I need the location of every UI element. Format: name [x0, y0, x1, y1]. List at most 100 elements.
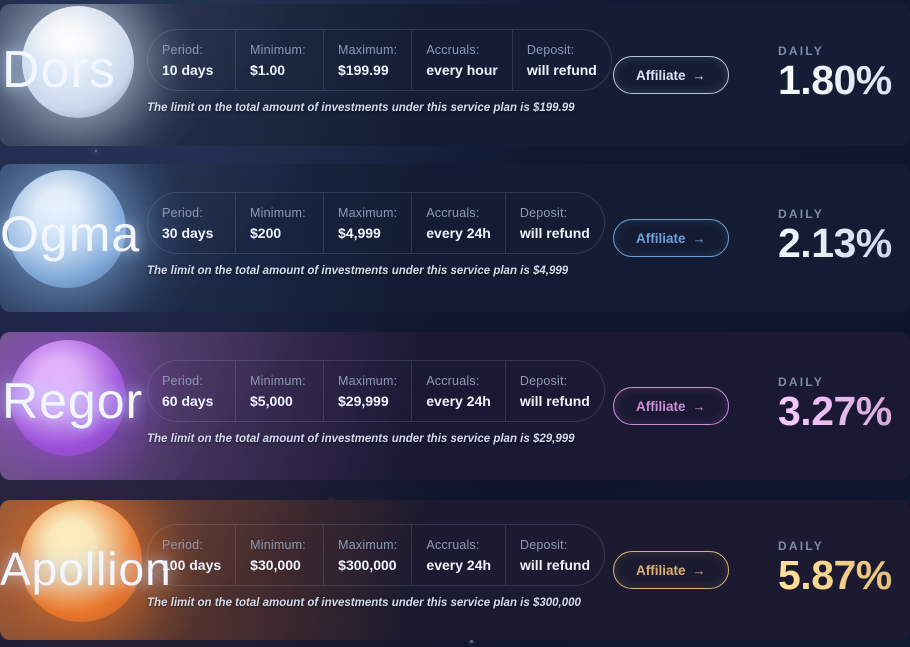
- detail-accruals-label: Accruals:: [426, 373, 480, 388]
- star-dot: [470, 640, 473, 643]
- plan-card[interactable]: Dors Period: 10 days Minimum: $1.00 Maximum: $…: [0, 4, 910, 146]
- detail-deposit: Deposit: will refund: [513, 30, 611, 90]
- daily-rate-block: DAILY 3.27%: [778, 375, 892, 432]
- detail-minimum-value: $1.00: [250, 61, 286, 78]
- detail-maximum-value: $300,000: [338, 556, 397, 573]
- detail-minimum-label: Minimum:: [250, 373, 306, 388]
- detail-deposit-value: will refund: [519, 224, 590, 241]
- detail-minimum: Minimum: $30,000: [236, 525, 325, 585]
- detail-period-value: 30 days: [162, 224, 214, 241]
- plan-card[interactable]: Ogma Period: 30 days Minimum: $200 Maximum: $4…: [0, 164, 910, 312]
- daily-rate-block: DAILY 5.87%: [778, 539, 892, 596]
- detail-maximum-label: Maximum:: [338, 42, 398, 57]
- detail-minimum-label: Minimum:: [250, 42, 306, 57]
- detail-minimum: Minimum: $200: [236, 193, 324, 253]
- detail-deposit-label: Deposit:: [520, 537, 568, 552]
- affiliate-button[interactable]: Affiliate →: [613, 219, 729, 257]
- detail-maximum: Maximum: $199.99: [324, 30, 413, 90]
- investment-plans-page: Dors Period: 10 days Minimum: $1.00 Maximum: $…: [0, 0, 910, 647]
- arrow-right-icon: →: [692, 562, 706, 578]
- affiliate-button[interactable]: Affiliate →: [613, 387, 729, 425]
- detail-accruals-value: every 24h: [426, 556, 492, 573]
- daily-rate-label: DAILY: [778, 539, 824, 553]
- detail-period: Period: 10 days: [148, 30, 236, 90]
- plan-card[interactable]: Regor Period: 60 days Minimum: $5,000 Maximum…: [0, 332, 910, 480]
- detail-accruals: Accruals: every 24h: [412, 361, 506, 421]
- detail-deposit-value: will refund: [526, 61, 597, 78]
- detail-maximum-value: $4,999: [338, 224, 381, 241]
- daily-rate-value: 3.27%: [778, 388, 892, 434]
- detail-accruals-value: every 24h: [426, 224, 491, 241]
- detail-maximum: Maximum: $300,000: [324, 525, 413, 585]
- daily-rate-value: 5.87%: [778, 552, 892, 598]
- daily-rate-label: DAILY: [778, 44, 824, 58]
- detail-maximum: Maximum: $4,999: [324, 193, 413, 253]
- detail-period-value: 60 days: [162, 392, 214, 409]
- detail-deposit-value: will refund: [520, 556, 591, 573]
- plan-limit-note: The limit on the total amount of investm…: [147, 433, 575, 445]
- detail-accruals-value: every 24h: [426, 392, 491, 409]
- daily-rate-label: DAILY: [778, 375, 824, 389]
- detail-accruals: Accruals: every hour: [412, 30, 513, 90]
- detail-period-value: 100 days: [162, 556, 222, 573]
- detail-maximum-value: $29,999: [338, 392, 389, 409]
- detail-minimum-label: Minimum:: [250, 537, 306, 552]
- detail-deposit-label: Deposit:: [519, 205, 568, 220]
- detail-maximum-label: Maximum:: [338, 537, 398, 552]
- plan-name: Regor: [2, 373, 144, 429]
- plan-details-panel: Period: 30 days Minimum: $200 Maximum: $4,999…: [147, 192, 605, 254]
- daily-rate-value: 2.13%: [778, 220, 892, 266]
- plan-limit-note: The limit on the total amount of investm…: [147, 102, 575, 114]
- plan-name: Dors: [2, 41, 116, 99]
- detail-period: Period: 60 days: [148, 361, 236, 421]
- plan-limit-note: The limit on the total amount of investm…: [147, 265, 569, 277]
- detail-maximum: Maximum: $29,999: [324, 361, 413, 421]
- detail-minimum: Minimum: $1.00: [236, 30, 324, 90]
- detail-accruals: Accruals: every 24h: [412, 525, 507, 585]
- daily-rate-block: DAILY 2.13%: [778, 207, 892, 264]
- detail-accruals-label: Accruals:: [426, 42, 480, 57]
- plan-details-panel: Period: 10 days Minimum: $1.00 Maximum: $199.…: [147, 29, 612, 91]
- detail-period: Period: 30 days: [148, 193, 236, 253]
- plan-details-panel: Period: 60 days Minimum: $5,000 Maximum: $29,…: [147, 360, 605, 422]
- detail-period-label: Period:: [162, 205, 204, 220]
- detail-accruals-value: every hour: [426, 61, 498, 78]
- affiliate-button-label: Affiliate: [636, 562, 686, 578]
- daily-rate-block: DAILY 1.80%: [778, 44, 892, 101]
- detail-deposit: Deposit: will refund: [506, 525, 604, 585]
- detail-minimum: Minimum: $5,000: [236, 361, 324, 421]
- detail-accruals-label: Accruals:: [426, 205, 480, 220]
- detail-minimum-value: $200: [250, 224, 282, 241]
- detail-accruals: Accruals: every 24h: [412, 193, 506, 253]
- affiliate-button[interactable]: Affiliate →: [613, 551, 729, 589]
- plan-card[interactable]: Apollion Period: 100 days Minimum: $30,000 Ma…: [0, 500, 910, 640]
- detail-deposit-label: Deposit:: [526, 42, 575, 57]
- detail-minimum-value: $5,000: [250, 392, 293, 409]
- daily-rate-value: 1.80%: [778, 57, 892, 103]
- arrow-right-icon: →: [692, 67, 706, 83]
- detail-accruals-label: Accruals:: [426, 537, 480, 552]
- detail-period-label: Period:: [162, 42, 204, 57]
- affiliate-button-label: Affiliate: [636, 230, 686, 246]
- affiliate-button[interactable]: Affiliate →: [613, 56, 729, 94]
- plan-name: Ogma: [0, 206, 141, 262]
- detail-period-value: 10 days: [162, 61, 214, 78]
- star-dot: [95, 150, 97, 152]
- detail-deposit-label: Deposit:: [519, 373, 568, 388]
- detail-maximum-value: $199.99: [338, 61, 389, 78]
- detail-deposit: Deposit: will refund: [506, 361, 604, 421]
- arrow-right-icon: →: [692, 398, 706, 414]
- detail-deposit: Deposit: will refund: [506, 193, 604, 253]
- detail-period-label: Period:: [162, 373, 204, 388]
- plan-name: Apollion: [0, 543, 172, 595]
- plan-details-panel: Period: 100 days Minimum: $30,000 Maximum: $3…: [147, 524, 606, 586]
- detail-minimum-label: Minimum:: [250, 205, 306, 220]
- affiliate-button-label: Affiliate: [636, 398, 686, 414]
- detail-maximum-label: Maximum:: [338, 373, 398, 388]
- daily-rate-label: DAILY: [778, 207, 824, 221]
- plan-limit-note: The limit on the total amount of investm…: [147, 597, 581, 609]
- detail-deposit-value: will refund: [519, 392, 590, 409]
- arrow-right-icon: →: [692, 230, 706, 246]
- detail-period: Period: 100 days: [148, 525, 237, 585]
- detail-minimum-value: $30,000: [250, 556, 301, 573]
